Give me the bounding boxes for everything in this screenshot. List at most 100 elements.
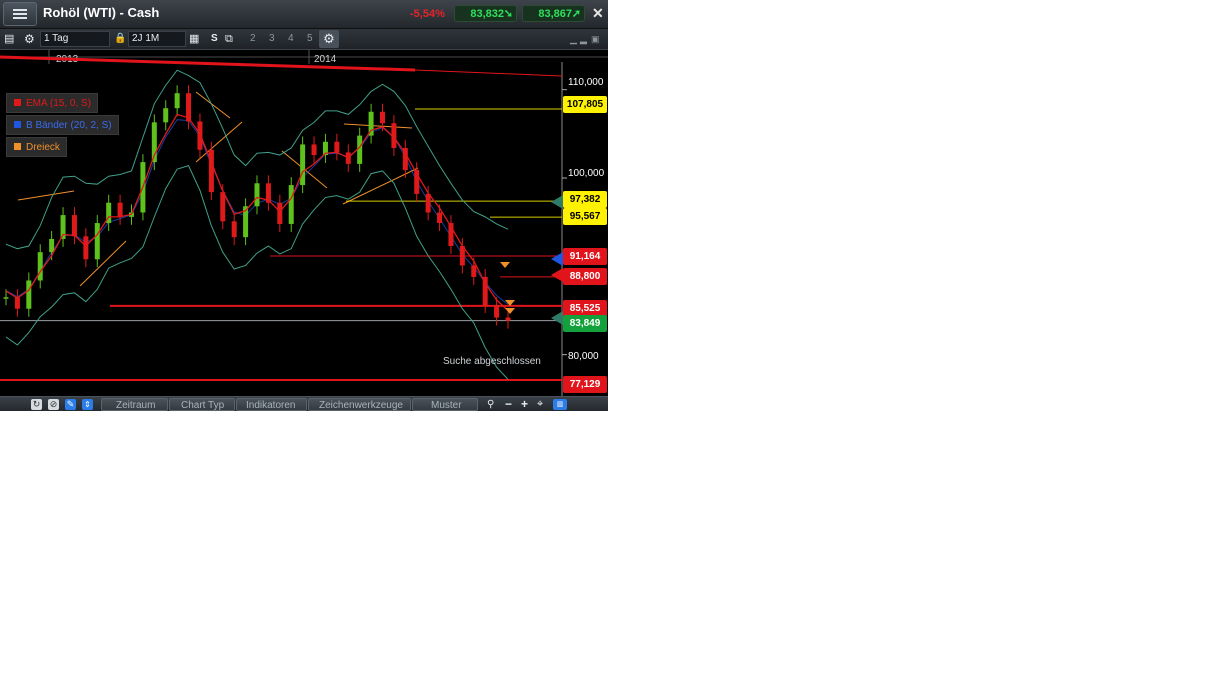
candle-body	[312, 144, 317, 155]
candle-body	[380, 112, 385, 123]
pointer-icon	[551, 195, 563, 209]
zoom-out-icon[interactable]: −	[505, 397, 512, 411]
price-label: 88,800	[563, 268, 607, 285]
candle-body	[72, 215, 77, 236]
ask-value: 83,867	[538, 8, 572, 20]
menu-icon[interactable]	[3, 2, 37, 26]
page-2-button[interactable]: 2	[250, 29, 256, 49]
legend-label: B Bänder (20, 2, S)	[26, 120, 112, 131]
legend-swatch	[14, 143, 21, 150]
minimize-icon[interactable]: ▁	[570, 29, 577, 49]
chart-mode-icon[interactable]: ▥	[553, 399, 567, 410]
candle-body	[277, 203, 282, 224]
candle-body	[471, 265, 476, 276]
chart-toolbar: ▤ ⚙ 1 Tag 🔒 2J 1M ▦ S ⧉ 2 3 4 5 ⚙ ▁ ▂ ▣	[0, 29, 608, 50]
search-icon[interactable]: ⚲	[487, 397, 494, 411]
pattern-marker-icon	[500, 262, 510, 268]
candle-body	[483, 277, 488, 305]
refresh-icon[interactable]: ↻	[31, 399, 42, 410]
triangle-pattern[interactable]	[196, 92, 230, 118]
price-change: -5,54%	[410, 8, 445, 20]
gear-icon[interactable]: ⚙	[24, 29, 35, 49]
legend-bollinger[interactable]: B Bänder (20, 2, S)	[6, 115, 119, 135]
maximize-icon[interactable]: ▣	[591, 29, 600, 49]
candle-body	[255, 183, 260, 206]
lock-icon[interactable]: 🔒	[114, 29, 126, 49]
tab-label: Zeitraum	[116, 398, 155, 411]
candle-body	[118, 203, 123, 217]
candle-body	[49, 239, 54, 252]
ask-quote[interactable]: 83,867 ➚	[522, 5, 585, 22]
triangle-pattern[interactable]	[343, 168, 418, 204]
candle-body	[83, 236, 88, 259]
list-icon[interactable]: ▤	[4, 29, 14, 49]
x-tick-label: 2014	[314, 54, 337, 65]
tab-indikatoren[interactable]: Indikatoren	[236, 398, 307, 411]
tab-label: Chart Typ	[181, 398, 224, 411]
legend-label: EMA (15, 0, S)	[26, 98, 91, 109]
candle-body	[38, 252, 43, 280]
calendar-icon[interactable]: ▦	[189, 29, 199, 49]
page-3-button[interactable]: 3	[269, 29, 275, 49]
bid-quote[interactable]: 83,832 ➘	[454, 5, 517, 22]
pattern-marker-icon	[505, 308, 515, 314]
candle-body	[494, 305, 499, 317]
range-value: 2J 1M	[132, 32, 159, 46]
legend-label: Dreieck	[26, 142, 60, 153]
status-text: Suche abgeschlossen	[443, 356, 541, 367]
candle-body	[300, 144, 305, 185]
legend-triangle[interactable]: Dreieck	[6, 137, 67, 157]
page-5-button[interactable]: 5	[307, 29, 313, 49]
s-button[interactable]: S	[211, 29, 218, 49]
page-4-button[interactable]: 4	[288, 29, 294, 49]
tab-zeitraum[interactable]: Zeitraum	[101, 398, 168, 411]
tab-chart-typ[interactable]: Chart Typ	[169, 398, 235, 411]
price-label: 107,805	[563, 96, 607, 113]
price-label: 91,164	[563, 248, 607, 265]
candle-body	[220, 192, 225, 221]
pointer-icon	[551, 311, 563, 325]
candle-body	[163, 108, 168, 122]
range-select[interactable]: 2J 1M	[128, 31, 186, 47]
zoom-in-icon[interactable]: +	[521, 397, 528, 411]
pencil-icon[interactable]: ✎	[65, 399, 76, 410]
triangle-pattern[interactable]	[344, 124, 412, 128]
legend-swatch	[14, 121, 21, 128]
tab-label: Muster	[431, 398, 462, 411]
y-tick-label: 80,000	[568, 351, 599, 362]
arrow-icon: ➘	[504, 6, 513, 23]
settings-gear-icon[interactable]: ⚙	[319, 30, 339, 48]
triangle-pattern[interactable]	[18, 191, 74, 200]
y-tick-label: 100,000	[568, 168, 604, 179]
price-label: 95,567	[563, 208, 607, 225]
restore-icon[interactable]: ▂	[580, 29, 587, 49]
tab-zeichenwerkzeuge[interactable]: Zeichenwerkzeuge	[308, 398, 411, 411]
candle-body	[289, 185, 294, 224]
scroll-icon[interactable]: ⇕	[82, 399, 93, 410]
resistance-trendline-extension[interactable]	[415, 70, 562, 76]
close-icon[interactable]: ✕	[592, 5, 604, 22]
y-tick-label: 110,000	[568, 77, 603, 88]
candle-body	[437, 212, 442, 223]
candle-body	[232, 221, 237, 237]
candle-body	[15, 297, 20, 308]
legend-ema[interactable]: EMA (15, 0, S)	[6, 93, 98, 113]
window-icon[interactable]: ⧉	[225, 29, 233, 49]
price-label: 97,382	[563, 191, 607, 208]
candle-body	[357, 136, 362, 164]
bid-value: 83,832	[470, 8, 504, 20]
block-icon[interactable]: ⊘	[48, 399, 59, 410]
candle-body	[95, 223, 100, 259]
chart-window: Rohöl (WTI) - Cash -5,54% 83,832 ➘ 83,86…	[0, 0, 608, 411]
candle-body	[506, 318, 511, 321]
candle-body	[26, 280, 31, 308]
crosshair-icon[interactable]: ⌖	[537, 397, 543, 411]
candle-body	[197, 121, 202, 149]
interval-value: 1 Tag	[44, 32, 68, 46]
candle-body	[4, 297, 9, 299]
tab-muster[interactable]: Muster	[412, 398, 478, 411]
pointer-icon	[551, 252, 563, 266]
interval-select[interactable]: 1 Tag	[40, 31, 110, 47]
bottom-toolbar: ↻ ⊘ ✎ ⇕ Zeitraum Chart Typ Indikatoren Z…	[0, 396, 608, 411]
title-bar: Rohöl (WTI) - Cash -5,54% 83,832 ➘ 83,86…	[0, 0, 608, 29]
